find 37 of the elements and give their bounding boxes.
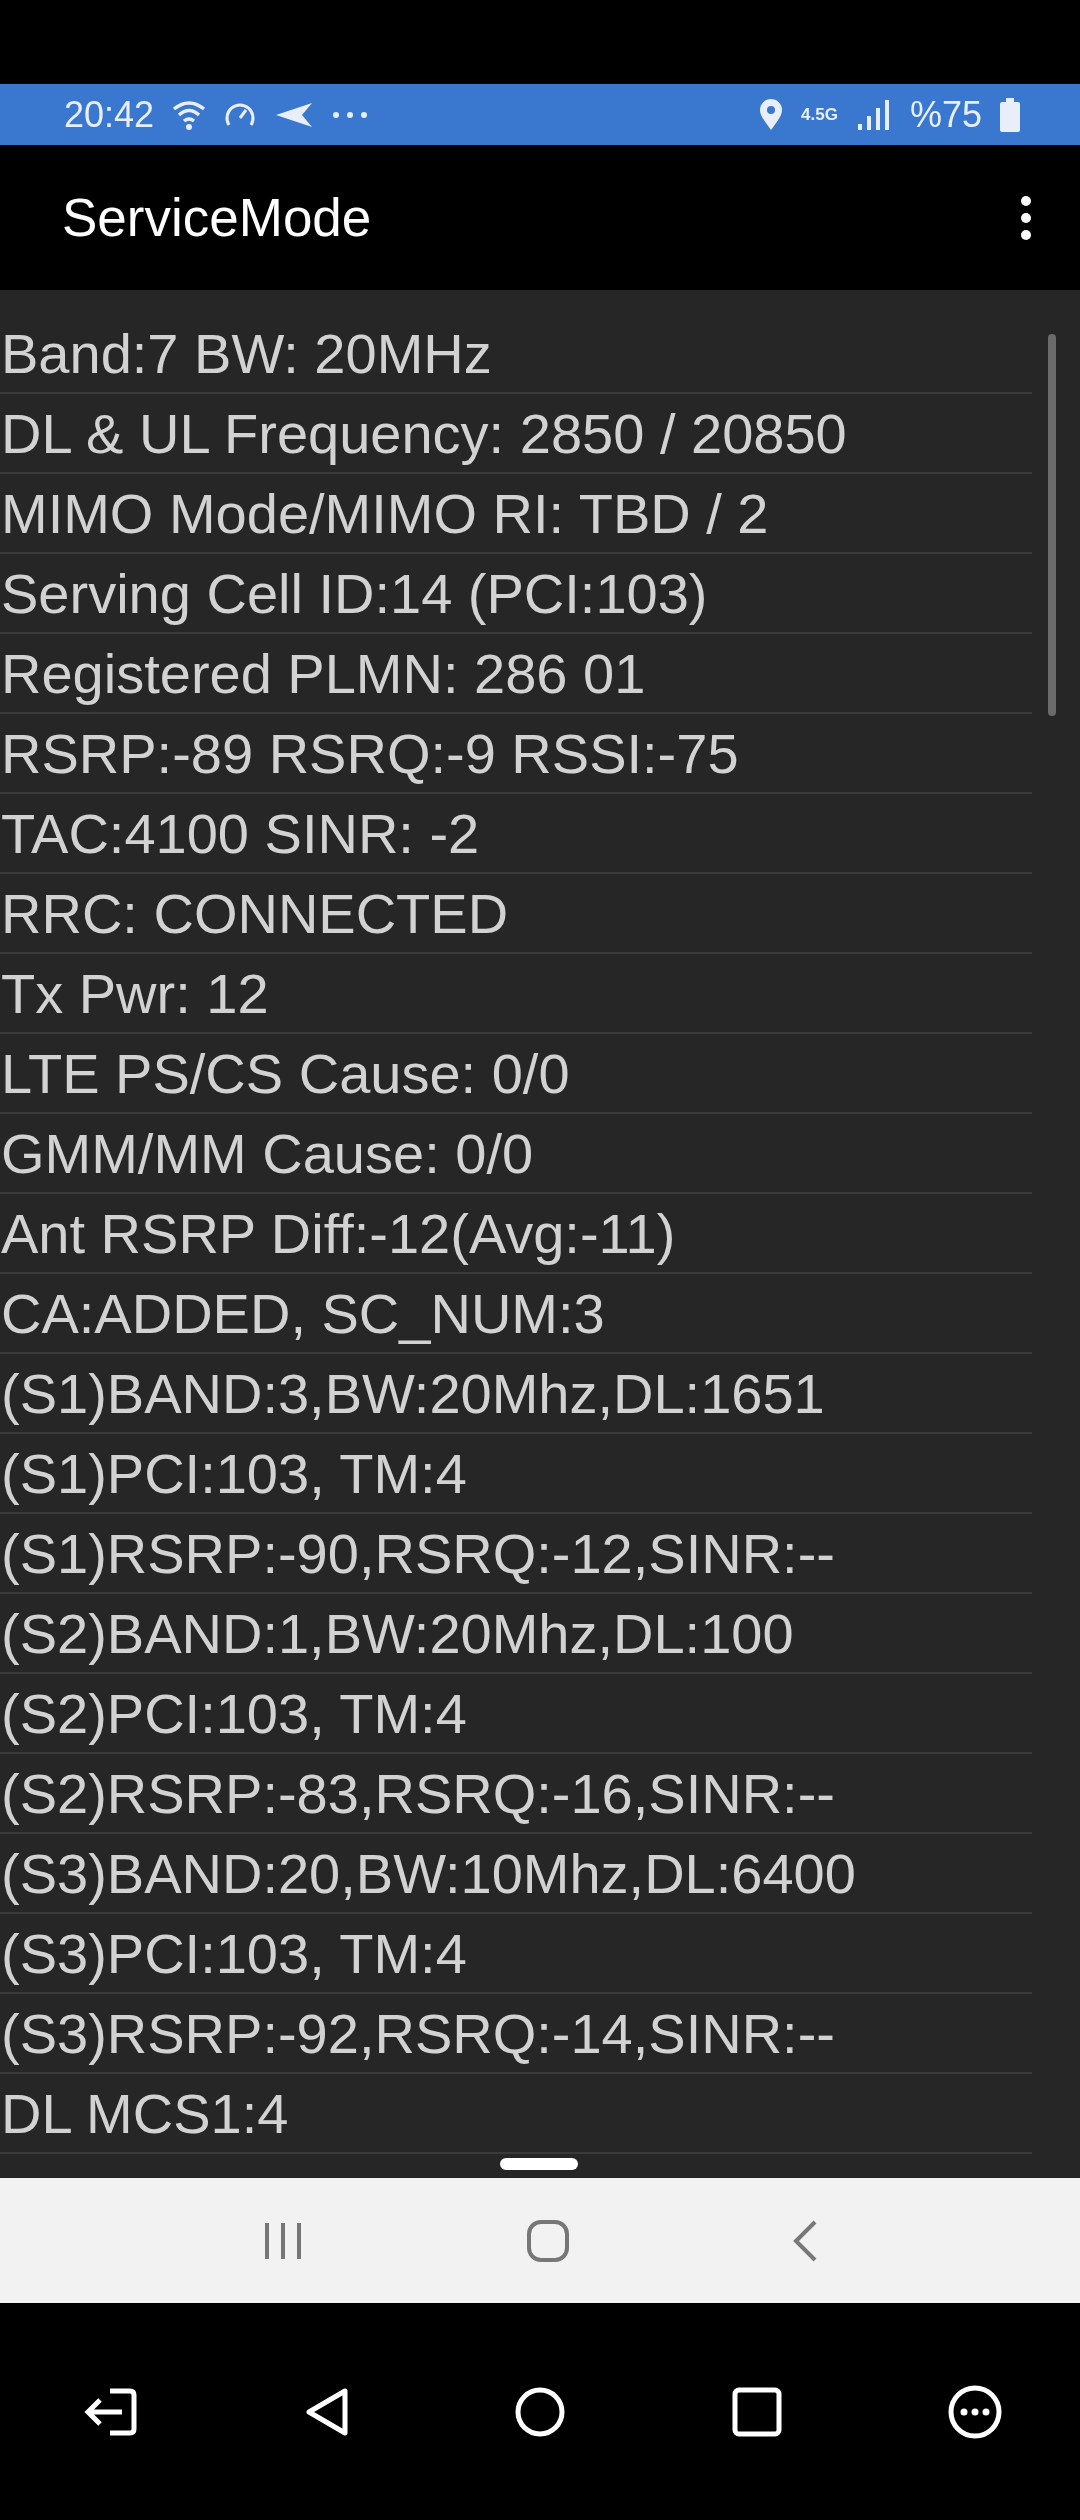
info-line: Ant RSRP Diff:-12(Avg:-11) bbox=[0, 1200, 676, 1266]
info-line: DL MCS1:4 bbox=[0, 2080, 289, 2146]
info-line: GMM/MM Cause: 0/0 bbox=[0, 1120, 534, 1186]
info-line: (S1)BAND:3,BW:20Mhz,DL:1651 bbox=[0, 1360, 825, 1426]
signal-icon bbox=[855, 99, 892, 130]
square-icon[interactable] bbox=[731, 2386, 782, 2437]
info-line: (S3)BAND:20,BW:10Mhz,DL:6400 bbox=[0, 1840, 856, 1906]
wifi-icon bbox=[172, 98, 207, 131]
info-line: RSRP:-89 RSRQ:-9 RSSI:-75 bbox=[0, 720, 739, 786]
info-line: Registered PLMN: 286 01 bbox=[0, 640, 646, 706]
info-line: (S3)RSRP:-92,RSRQ:-14,SINR:-- bbox=[0, 2000, 835, 2066]
info-line: DL & UL Frequency: 2850 / 20850 bbox=[0, 400, 847, 466]
exit-icon[interactable] bbox=[82, 2387, 138, 2436]
info-line: (S2)BAND:1,BW:20Mhz,DL:100 bbox=[0, 1600, 794, 1666]
app-title: ServiceMode bbox=[62, 187, 373, 248]
info-line: LTE PS/CS Cause: 0/0 bbox=[0, 1040, 570, 1106]
info-line: CA:ADDED, SC_NUM:3 bbox=[0, 1280, 605, 1346]
info-line: RRC: CONNECTED bbox=[0, 880, 509, 946]
info-line: (S1)PCI:103, TM:4 bbox=[0, 1440, 467, 1506]
info-line: (S3)PCI:103, TM:4 bbox=[0, 1920, 467, 1986]
more-dots-icon bbox=[332, 110, 369, 119]
info-line: Band:7 BW: 20MHz bbox=[0, 320, 492, 386]
info-line: Tx Pwr: 12 bbox=[0, 960, 269, 1026]
info-line: MIMO Mode/MIMO RI: TBD / 2 bbox=[0, 480, 769, 546]
network-type: 4.5G bbox=[801, 106, 838, 123]
location-pin-icon bbox=[759, 98, 784, 131]
battery-icon bbox=[1000, 97, 1020, 132]
info-line: (S2)PCI:103, TM:4 bbox=[0, 1680, 467, 1746]
info-line: TAC:4100 SINR: -2 bbox=[0, 800, 480, 866]
info-line: (S1)RSRP:-90,RSRQ:-12,SINR:-- bbox=[0, 1520, 835, 1586]
more-menu-icon[interactable] bbox=[1020, 194, 1032, 241]
info-line: Serving Cell ID:14 (PCI:103) bbox=[0, 560, 708, 626]
back-icon[interactable] bbox=[304, 2386, 349, 2437]
battery-percent: %75 bbox=[909, 93, 982, 136]
status-time: 20:42 bbox=[64, 93, 155, 136]
info-line: (S2)RSRP:-83,RSRQ:-16,SINR:-- bbox=[0, 1760, 835, 1826]
more-icon[interactable] bbox=[948, 2384, 1002, 2439]
